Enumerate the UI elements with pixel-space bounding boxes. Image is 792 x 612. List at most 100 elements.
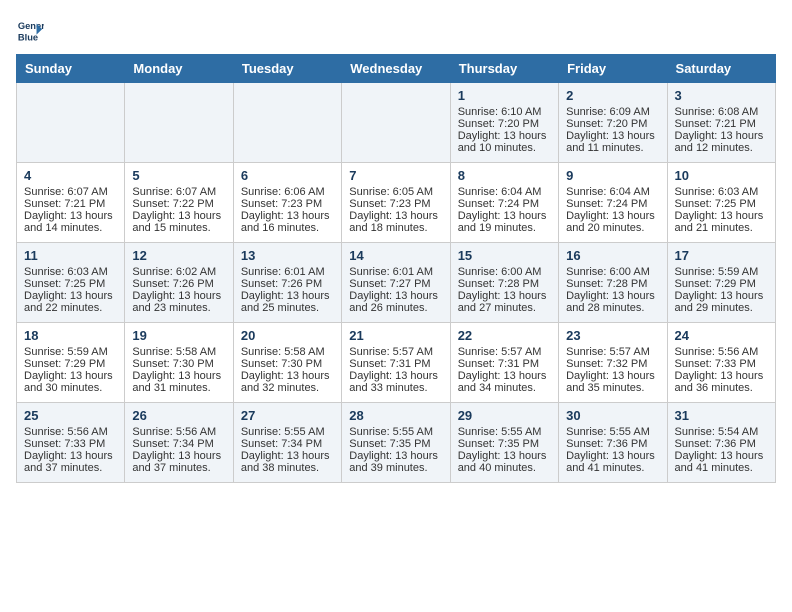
day-info: and 37 minutes. <box>24 462 117 474</box>
day-number: 18 <box>24 328 117 343</box>
day-info: Sunset: 7:25 PM <box>24 278 117 290</box>
day-info: Sunrise: 6:04 AM <box>458 186 551 198</box>
day-info: Sunrise: 5:56 AM <box>132 426 225 438</box>
day-info: Sunrise: 5:59 AM <box>24 346 117 358</box>
day-info: Sunset: 7:30 PM <box>241 358 334 370</box>
day-info: and 30 minutes. <box>24 382 117 394</box>
day-info: Daylight: 13 hours <box>132 290 225 302</box>
day-info: Daylight: 13 hours <box>132 450 225 462</box>
day-info: Daylight: 13 hours <box>132 210 225 222</box>
day-info: and 14 minutes. <box>24 222 117 234</box>
day-info: Sunrise: 5:57 AM <box>566 346 659 358</box>
day-info: and 18 minutes. <box>349 222 442 234</box>
day-number: 17 <box>675 248 768 263</box>
day-info: Sunrise: 6:07 AM <box>132 186 225 198</box>
day-info: Daylight: 13 hours <box>458 210 551 222</box>
day-info: Sunset: 7:26 PM <box>241 278 334 290</box>
day-info: Sunset: 7:35 PM <box>458 438 551 450</box>
day-info: Sunrise: 5:59 AM <box>675 266 768 278</box>
day-info: and 41 minutes. <box>566 462 659 474</box>
day-info: and 32 minutes. <box>241 382 334 394</box>
calendar-cell: 23 Sunrise: 5:57 AMSunset: 7:32 PMDayligh… <box>559 323 667 403</box>
calendar-cell <box>342 83 450 163</box>
calendar-header-row: SundayMondayTuesdayWednesdayThursdayFrid… <box>17 55 776 83</box>
day-info: Sunrise: 6:01 AM <box>241 266 334 278</box>
calendar-cell: 30Sunrise: 5:55 AMSunset: 7:36 PMDayligh… <box>559 403 667 483</box>
day-info: Sunrise: 6:09 AM <box>566 106 659 118</box>
day-info: Daylight: 13 hours <box>24 370 117 382</box>
day-info: Sunset: 7:20 PM <box>566 118 659 130</box>
day-number: 21 <box>349 328 442 343</box>
calendar-cell: 1Sunrise: 6:10 AMSunset: 7:20 PMDaylight… <box>450 83 558 163</box>
day-info: Sunset: 7:27 PM <box>349 278 442 290</box>
day-info: Sunset: 7:22 PM <box>132 198 225 210</box>
day-info: and 16 minutes. <box>241 222 334 234</box>
weekday-header-tuesday: Tuesday <box>233 55 341 83</box>
calendar-cell: 26Sunrise: 5:56 AMSunset: 7:34 PMDayligh… <box>125 403 233 483</box>
day-info: Sunset: 7:32 PM <box>566 358 659 370</box>
day-info: Daylight: 13 hours <box>349 450 442 462</box>
day-number: 3 <box>675 88 768 103</box>
day-info: and 38 minutes. <box>241 462 334 474</box>
day-info: Sunset: 7:23 PM <box>241 198 334 210</box>
calendar-cell: 3Sunrise: 6:08 AMSunset: 7:21 PMDaylight… <box>667 83 775 163</box>
calendar-cell: 9Sunrise: 6:04 AMSunset: 7:24 PMDaylight… <box>559 163 667 243</box>
day-info: Sunrise: 6:06 AM <box>241 186 334 198</box>
day-info: Sunrise: 5:55 AM <box>566 426 659 438</box>
calendar-cell: 14Sunrise: 6:01 AMSunset: 7:27 PMDayligh… <box>342 243 450 323</box>
day-info: Sunset: 7:33 PM <box>24 438 117 450</box>
day-info: Sunrise: 6:08 AM <box>675 106 768 118</box>
day-number: 14 <box>349 248 442 263</box>
calendar-cell: 10Sunrise: 6:03 AMSunset: 7:25 PMDayligh… <box>667 163 775 243</box>
day-info: and 25 minutes. <box>241 302 334 314</box>
day-number: 29 <box>458 408 551 423</box>
day-number: 23 <box>566 328 659 343</box>
day-number: 5 <box>132 168 225 183</box>
day-info: Sunrise: 6:03 AM <box>24 266 117 278</box>
calendar-week-5: 25 Sunrise: 5:56 AM Sunset: 7:33 PM Dayligh… <box>17 403 776 483</box>
day-info: and 35 minutes. <box>566 382 659 394</box>
day-number: 12 <box>132 248 225 263</box>
day-info: Daylight: 13 hours <box>675 130 768 142</box>
weekday-header-friday: Friday <box>559 55 667 83</box>
day-info: Daylight: 13 hours <box>241 450 334 462</box>
calendar-week-4: 18Sunrise: 5:59 AMSunset: 7:29 PMDayligh… <box>17 323 776 403</box>
calendar-cell <box>233 83 341 163</box>
calendar-cell: 17Sunrise: 5:59 AMSunset: 7:29 PMDayligh… <box>667 243 775 323</box>
weekday-header-thursday: Thursday <box>450 55 558 83</box>
day-info: Sunset: 7:35 PM <box>349 438 442 450</box>
day-number: 13 <box>241 248 334 263</box>
day-info: Sunset: 7:26 PM <box>132 278 225 290</box>
day-info: Sunrise: 5:55 AM <box>349 426 442 438</box>
calendar-cell: 27Sunrise: 5:55 AMSunset: 7:34 PMDayligh… <box>233 403 341 483</box>
day-info: Sunset: 7:24 PM <box>566 198 659 210</box>
day-info: Sunrise: 6:04 AM <box>566 186 659 198</box>
day-info: Sunset: 7:29 PM <box>675 278 768 290</box>
day-info: and 22 minutes. <box>24 302 117 314</box>
day-info: Sunrise: 5:56 AM <box>675 346 768 358</box>
calendar-cell: 12Sunrise: 6:02 AMSunset: 7:26 PMDayligh… <box>125 243 233 323</box>
day-info: Sunset: 7:34 PM <box>241 438 334 450</box>
day-info: Sunset: 7:20 PM <box>458 118 551 130</box>
calendar-table: SundayMondayTuesdayWednesdayThursdayFrid… <box>16 54 776 483</box>
day-info: and 40 minutes. <box>458 462 551 474</box>
day-info: Sunset: 7:33 PM <box>675 358 768 370</box>
calendar-cell: 11Sunrise: 6:03 AMSunset: 7:25 PMDayligh… <box>17 243 125 323</box>
day-number: 22 <box>458 328 551 343</box>
day-info: Daylight: 13 hours <box>566 290 659 302</box>
day-info: and 37 minutes. <box>132 462 225 474</box>
day-info: Sunrise: 5:57 AM <box>458 346 551 358</box>
day-info: and 41 minutes. <box>675 462 768 474</box>
day-info: Daylight: 13 hours <box>458 450 551 462</box>
day-info: Sunset: 7:23 PM <box>349 198 442 210</box>
day-number: 4 <box>24 168 117 183</box>
day-info: Daylight: 13 hours <box>349 370 442 382</box>
day-info: Sunrise: 5:55 AM <box>241 426 334 438</box>
day-number: 25 <box>24 408 117 423</box>
day-info: Sunrise: 6:05 AM <box>349 186 442 198</box>
logo: General Blue <box>16 16 48 44</box>
day-info: Sunrise: 6:10 AM <box>458 106 551 118</box>
day-info: Daylight: 13 hours <box>566 370 659 382</box>
weekday-header-saturday: Saturday <box>667 55 775 83</box>
day-info: Daylight: 13 hours <box>349 210 442 222</box>
